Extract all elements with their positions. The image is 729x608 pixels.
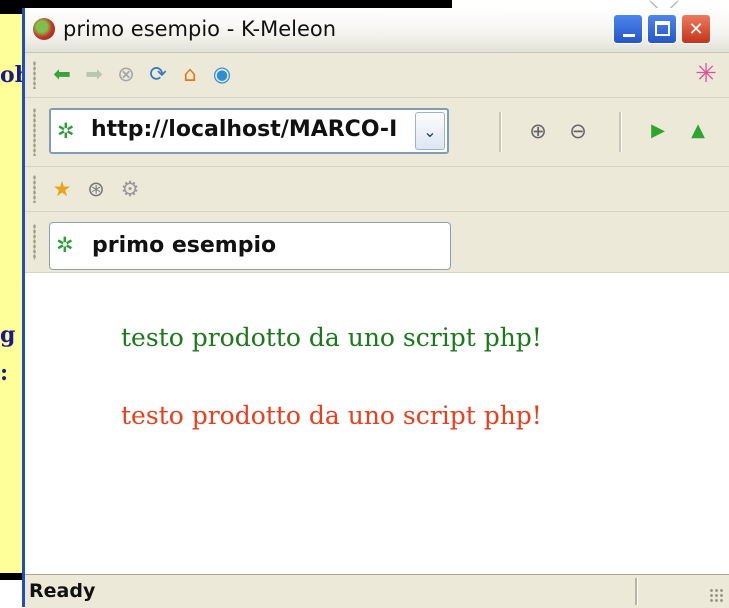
up-arrow-icon[interactable]: ▲ [685, 118, 711, 144]
resize-grip-icon[interactable] [709, 588, 725, 604]
toolbar-grip[interactable] [33, 61, 36, 89]
star-icon[interactable]: ★ [49, 176, 75, 202]
content-line-green: testo prodotto da uno script php! [121, 323, 542, 352]
address-toolbar: ✲ http://localhost/MARCO-I ⌄ ⊕ ⊖ ▶ ▲ [25, 98, 729, 167]
page-content: testo prodotto da uno script php! testo … [25, 273, 729, 574]
toolbar-separator [499, 112, 502, 152]
url-text[interactable]: http://localhost/MARCO-I [91, 117, 431, 142]
history-icon[interactable]: ⊛ [83, 176, 109, 202]
go-arrow-icon[interactable]: ▶ [645, 118, 671, 144]
home-icon[interactable]: ⌂ [177, 61, 203, 87]
zoom-in-icon[interactable]: ⊕ [525, 118, 551, 144]
tab-label: primo esempio [92, 233, 277, 258]
close-button[interactable]: ✕ [681, 14, 711, 44]
browser-window: primo esempio - K-Meleon ✕ ⬅ ➡ ⊗ ⟳ ⌂ ◉ ✳… [22, 8, 729, 608]
status-bar: Ready [25, 574, 729, 608]
tab-bar: ✲ primo esempio [25, 212, 729, 273]
background-text: : [0, 360, 9, 386]
zoom-out-icon[interactable]: ⊖ [565, 118, 591, 144]
status-separator [635, 578, 638, 605]
minimize-icon [623, 34, 635, 37]
forward-icon[interactable]: ➡ [81, 61, 107, 87]
loading-spinner-icon: ✲ [56, 233, 74, 257]
back-icon[interactable]: ⬅ [49, 61, 75, 87]
status-text: Ready [29, 580, 96, 602]
toolbar-grip[interactable] [33, 224, 36, 260]
reload-icon[interactable]: ⟳ [145, 61, 171, 87]
k-meleon-app-icon[interactable] [33, 18, 55, 40]
background-text: g [0, 322, 16, 348]
throbber-icon: ✳ [695, 59, 717, 89]
window-title: primo esempio - K-Meleon [63, 17, 337, 41]
gear-icon[interactable]: ⚙ [117, 176, 143, 202]
close-icon: ✕ [688, 19, 704, 40]
stop-icon[interactable]: ⊗ [113, 61, 139, 87]
go-icon[interactable]: ◉ [209, 61, 235, 87]
toolbar-grip[interactable] [33, 108, 36, 156]
loading-spinner-icon: ✲ [57, 119, 75, 143]
maximize-icon [655, 21, 670, 36]
navigation-toolbar: ⬅ ➡ ⊗ ⟳ ⌂ ◉ ✳ [25, 53, 729, 98]
toolbar-grip[interactable] [33, 175, 36, 203]
bookmarks-toolbar: ★ ⊛ ⚙ [25, 167, 729, 212]
maximize-button[interactable] [647, 14, 677, 44]
tab-primo-esempio[interactable]: ✲ primo esempio [49, 222, 451, 270]
url-dropdown-button[interactable]: ⌄ [415, 112, 445, 150]
content-line-red: testo prodotto da uno script php! [121, 401, 542, 430]
minimize-button[interactable] [613, 14, 643, 44]
title-bar[interactable]: primo esempio - K-Meleon ✕ [25, 8, 729, 53]
toolbar-separator [619, 112, 622, 152]
url-field[interactable]: ✲ http://localhost/MARCO-I ⌄ [49, 108, 449, 154]
